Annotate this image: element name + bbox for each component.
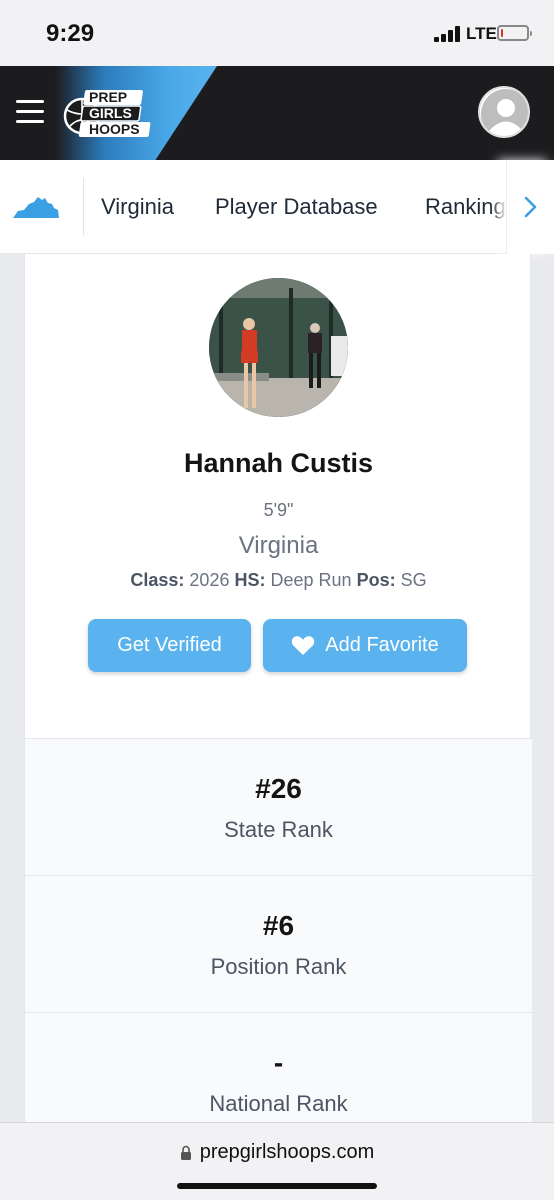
hamburger-icon[interactable]	[16, 100, 44, 124]
status-bar: 9:29 LTE	[0, 0, 554, 66]
state-rank-label: State Rank	[224, 817, 333, 842]
url-text[interactable]: prepgirlshoops.com	[200, 1141, 375, 1164]
hs-value: Deep Run	[270, 570, 352, 590]
logo-line-3: HOOPS	[89, 121, 140, 137]
subnav-item-player-database[interactable]: Player Database	[215, 194, 378, 220]
site-header: PREP GIRLS HOOPS	[0, 66, 554, 160]
battery-icon	[497, 25, 532, 41]
user-avatar-icon	[481, 89, 528, 136]
add-favorite-button[interactable]: Add Favorite	[263, 619, 467, 672]
player-state: Virginia	[238, 532, 319, 559]
player-height: 5'9"	[263, 500, 294, 520]
player-photo	[209, 278, 348, 417]
position-rank-block: #6 Position Rank	[25, 875, 532, 1013]
pos-value: SG	[400, 570, 427, 590]
page: 9:29 LTE PREP GIRLS HOOPS Virginia Playe…	[0, 0, 554, 1200]
position-rank-value: #6	[262, 910, 295, 941]
signal-icon	[434, 26, 464, 42]
browser-url-bar[interactable]: prepgirlshoops.com	[0, 1122, 554, 1200]
site-logo[interactable]: PREP GIRLS HOOPS	[62, 84, 158, 144]
subnav-bar: Virginia Player Database Rankings	[0, 160, 554, 254]
player-profile-card: Hannah Custis 5'9" Virginia Class: 2026 …	[24, 254, 532, 1150]
subnav-scroll-button[interactable]	[506, 160, 554, 254]
heart-icon	[292, 636, 315, 655]
subnav-item-rankings[interactable]: Rankings	[425, 194, 517, 220]
class-value: 2026	[189, 570, 230, 590]
home-indicator	[177, 1183, 377, 1189]
get-verified-label: Get Verified	[117, 634, 222, 656]
logo-line-1: PREP	[89, 89, 127, 105]
url-wrap: prepgirlshoops.com	[0, 1141, 554, 1164]
lock-icon	[180, 1145, 191, 1160]
logo-line-2: GIRLS	[89, 105, 132, 121]
position-rank-label: Position Rank	[210, 954, 347, 979]
pos-label: Pos:	[356, 570, 396, 590]
national-rank-label: National Rank	[209, 1091, 348, 1116]
add-favorite-label: Add Favorite	[325, 634, 439, 656]
class-label: Class:	[130, 570, 185, 590]
subnav-divider	[83, 178, 84, 236]
subnav-item-virginia[interactable]: Virginia	[101, 194, 174, 220]
network-label: LTE	[466, 24, 497, 43]
hs-label: HS:	[234, 570, 266, 590]
chevron-right-icon	[524, 196, 537, 218]
state-rank-value: #26	[255, 773, 302, 804]
state-rank-block: #26 State Rank	[25, 738, 532, 876]
get-verified-button[interactable]: Get Verified	[88, 619, 251, 672]
account-avatar-button[interactable]	[478, 86, 530, 138]
battery-level	[501, 29, 503, 37]
virginia-map-icon[interactable]	[12, 194, 60, 220]
national-rank-value: -	[273, 1047, 284, 1078]
status-time: 9:29	[46, 20, 95, 47]
player-details: Class: 2026 HS: Deep Run Pos: SG	[25, 570, 532, 591]
player-name: Hannah Custis	[183, 448, 374, 478]
